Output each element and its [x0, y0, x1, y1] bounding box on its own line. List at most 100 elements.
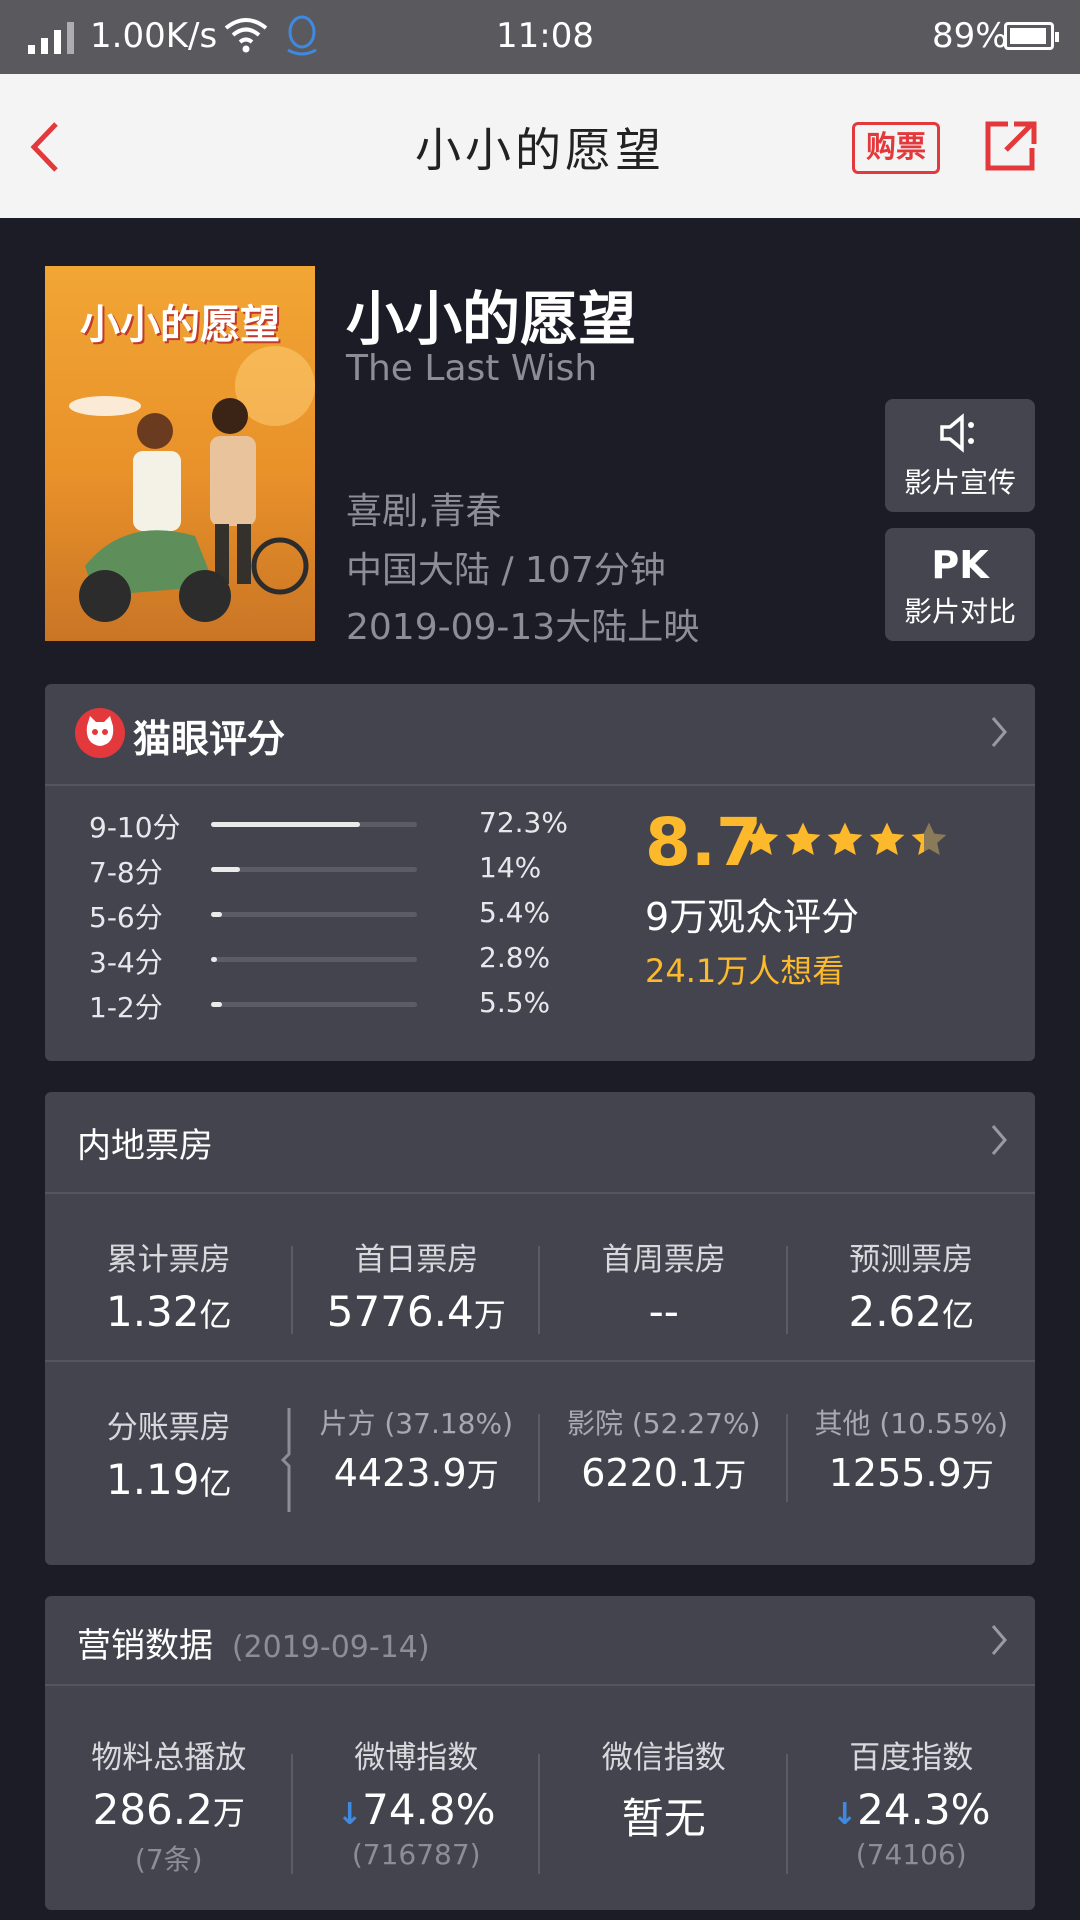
- distribution-label: 9-10分: [89, 811, 181, 844]
- rating-header[interactable]: 猫眼评分: [45, 684, 1035, 786]
- stat-label: 首日票房: [354, 1242, 479, 1278]
- star-icon: [909, 822, 951, 864]
- distribution-bar-fill: [211, 867, 240, 872]
- distribution-percent: 14%: [479, 851, 542, 884]
- marketing-cell: 微信指数 暂无: [540, 1686, 788, 1906]
- stat-sub: (7条): [134, 1843, 203, 1876]
- distribution-row: 5-6分 5.4%: [89, 894, 550, 939]
- distribution-percent: 2.8%: [479, 941, 551, 974]
- stat-value: 1255.9万: [828, 1451, 994, 1495]
- chevron-right-icon: [989, 1122, 1009, 1162]
- promo-label: 影片宣传: [903, 466, 1016, 499]
- distribution-bar: [211, 822, 417, 827]
- stat-value: 6220.1万: [581, 1451, 747, 1495]
- movie-genre: 喜剧,青春: [346, 491, 502, 532]
- marketing-date: (2019-09-14): [231, 1630, 430, 1665]
- stat-label: 累计票房: [106, 1242, 231, 1278]
- brace-icon: [280, 1408, 290, 1512]
- marketing-cell: 物料总播放 286.2万 (7条): [45, 1686, 293, 1906]
- nav-bar: 小小的愿望 购票: [0, 74, 1080, 218]
- distribution-label: 7-8分: [89, 856, 163, 889]
- rating-distribution: 9-10分 72.3% 7-8分 14% 5-6分 5.4% 3-4分 2.8% 1-2分 5.5…: [89, 804, 568, 1029]
- pk-icon: PK: [931, 543, 989, 587]
- marketing-card[interactable]: 营销数据 (2019-09-14) 物料总播放 286.2万 (7条) 微博指数…: [45, 1596, 1035, 1910]
- star-icon: [867, 822, 909, 864]
- rating-title: 猫眼评分: [133, 717, 286, 761]
- distribution-bar: [211, 867, 417, 872]
- stat-label: 首周票房: [601, 1242, 726, 1278]
- stat-label: 分账票房: [106, 1410, 231, 1446]
- network-speed: 1.00K/s: [90, 16, 218, 56]
- boxoffice-cell: 其他 (10.55%) 1255.9万: [788, 1362, 1036, 1518]
- distribution-label: 3-4分: [89, 946, 163, 979]
- rating-count: 9万观众评分: [645, 895, 860, 939]
- marketing-cell: 微博指数 ↓74.8% (716787): [293, 1686, 540, 1906]
- stat-label: 百度指数: [849, 1740, 974, 1776]
- distribution-row: 7-8分 14%: [89, 849, 541, 894]
- battery-icon: [1004, 22, 1059, 50]
- distribution-label: 5-6分: [89, 901, 163, 934]
- distribution-bar: [211, 957, 417, 962]
- stat-value: ↓74.8%: [336, 1785, 496, 1834]
- boxoffice-split-row: 分账票房 1.19亿 片方 (37.18%) 4423.9万 影院 (52.27…: [45, 1362, 1035, 1518]
- boxoffice-cell: 影院 (52.27%) 6220.1万: [540, 1362, 788, 1518]
- stat-label: 微信指数: [601, 1740, 726, 1776]
- poster-illustration: [69, 346, 315, 622]
- stat-label: 物料总播放: [91, 1740, 247, 1776]
- boxoffice-summary-row: 累计票房 1.32亿 首日票房 5776.4万 首周票房 -- 预测票房 2.6…: [45, 1194, 1035, 1350]
- compare-label: 影片对比: [903, 595, 1016, 628]
- distribution-bar-fill: [211, 1002, 223, 1007]
- distribution-percent: 72.3%: [479, 806, 568, 839]
- stat-value: 286.2万: [92, 1785, 245, 1834]
- marketing-title: 营销数据 (2019-09-14): [77, 1626, 430, 1666]
- rating-stars: [741, 820, 951, 864]
- distribution-label: 1-2分: [89, 991, 163, 1024]
- clock: 11:08: [496, 16, 594, 56]
- stat-label: 片方 (37.18%): [319, 1407, 513, 1440]
- marketing-header[interactable]: 营销数据 (2019-09-14): [45, 1596, 1035, 1686]
- split-total-cell: 分账票房 1.19亿: [45, 1362, 293, 1518]
- rating-card[interactable]: 猫眼评分 9-10分 72.3% 7-8分 14% 5-6分 5.4% 3-4分 2.8% 1-…: [45, 684, 1035, 1061]
- stat-value: 1.19亿: [105, 1455, 232, 1504]
- chevron-right-icon: [989, 1622, 1009, 1662]
- share-button[interactable]: [984, 120, 1038, 176]
- star-icon: [741, 822, 783, 864]
- stat-sub: (716787): [351, 1838, 481, 1871]
- movie-region-duration: 中国大陆 / 107分钟: [346, 550, 666, 591]
- stat-label: 其他 (10.55%): [814, 1407, 1008, 1440]
- distribution-row: 3-4分 2.8%: [89, 939, 550, 984]
- boxoffice-cell: 首日票房 5776.4万: [293, 1194, 540, 1350]
- star-icon: [783, 822, 825, 864]
- wifi-icon: [224, 16, 268, 63]
- boxoffice-cell: 首周票房 --: [540, 1194, 788, 1350]
- movie-poster[interactable]: 小小的愿望: [45, 266, 315, 641]
- boxoffice-header[interactable]: 内地票房: [45, 1092, 1035, 1194]
- distribution-percent: 5.5%: [479, 986, 551, 1019]
- stat-value: 5776.4万: [326, 1287, 506, 1336]
- arrow-down-icon: ↓: [831, 1797, 858, 1832]
- promo-button[interactable]: 影片宣传: [885, 399, 1035, 512]
- buy-ticket-button[interactable]: 购票: [852, 122, 940, 174]
- status-bar: 1.00K/s 11:08 89%: [0, 0, 1080, 74]
- distribution-bar-fill: [211, 822, 360, 827]
- movie-english-title: The Last Wish: [346, 348, 598, 389]
- boxoffice-title: 内地票房: [77, 1126, 213, 1166]
- compare-button[interactable]: PK 影片对比: [885, 528, 1035, 641]
- stat-label: 影院 (52.27%): [566, 1407, 761, 1440]
- stat-value: 4423.9万: [333, 1451, 499, 1495]
- stat-sub: (74106): [855, 1838, 967, 1871]
- want-to-see-count: 24.1万人想看: [645, 952, 845, 990]
- distribution-percent: 5.4%: [479, 896, 551, 929]
- boxoffice-cell: 累计票房 1.32亿: [45, 1194, 293, 1350]
- distribution-row: 1-2分 5.5%: [89, 984, 550, 1029]
- qq-icon: [282, 14, 322, 67]
- speaker-icon: [885, 413, 1035, 459]
- signal-icon: [28, 20, 74, 54]
- stat-value: --: [648, 1287, 679, 1336]
- stat-label: 预测票房: [849, 1242, 974, 1278]
- marketing-cell: 百度指数 ↓24.3% (74106): [788, 1686, 1036, 1906]
- maoyan-cat-icon: [75, 708, 125, 758]
- distribution-bar: [211, 912, 417, 917]
- boxoffice-card[interactable]: 内地票房 累计票房 1.32亿 首日票房 5776.4万 首周票房 -- 预测票…: [45, 1092, 1035, 1565]
- marketing-row: 物料总播放 286.2万 (7条) 微博指数 ↓74.8% (716787) 微…: [45, 1686, 1035, 1906]
